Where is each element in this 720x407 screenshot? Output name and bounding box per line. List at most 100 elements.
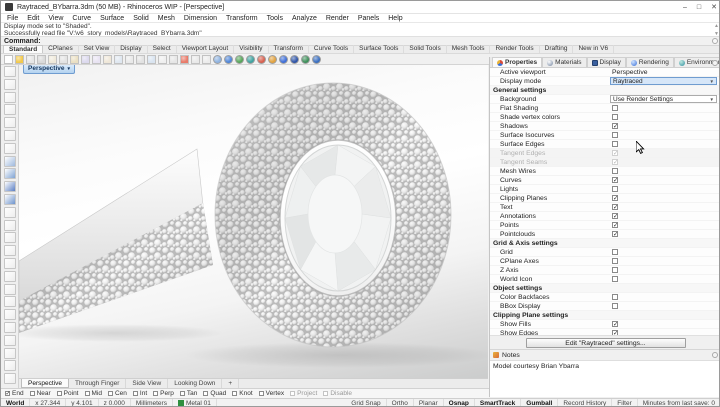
- status-pane-grid-snap[interactable]: Grid Snap: [346, 399, 386, 407]
- osnap-tan[interactable]: Tan: [180, 390, 197, 397]
- osnap-project[interactable]: Project: [290, 390, 317, 397]
- checkbox[interactable]: [612, 276, 618, 282]
- toolbar-tab-transform[interactable]: Transform: [269, 45, 309, 53]
- checkbox[interactable]: [612, 123, 618, 129]
- toolbar-tab-standard[interactable]: Standard: [3, 45, 43, 53]
- checkbox[interactable]: [108, 391, 113, 396]
- status-pane-filter[interactable]: Filter: [612, 399, 637, 407]
- mesh-tool-icon[interactable]: [4, 194, 16, 205]
- toolbar-tab-surface-tools[interactable]: Surface Tools: [354, 45, 404, 53]
- viewport-layout-icon[interactable]: [169, 55, 178, 64]
- toolbar-tab-drafting[interactable]: Drafting: [540, 45, 574, 53]
- arc-tool-icon[interactable]: [4, 117, 16, 128]
- notes-content[interactable]: Model courtesy Brian Ybarra: [490, 360, 720, 397]
- pointer-tool-icon[interactable]: [4, 66, 16, 77]
- checkbox[interactable]: [290, 391, 295, 396]
- undo-icon[interactable]: [81, 55, 90, 64]
- toolbar-tab-render-tools[interactable]: Render Tools: [490, 45, 539, 53]
- checkbox[interactable]: [612, 249, 618, 255]
- rendered-mode-icon[interactable]: [235, 55, 244, 64]
- status-pane-osnap[interactable]: Osnap: [444, 399, 475, 407]
- new-file-icon[interactable]: [4, 55, 13, 64]
- panel-tab-rendering[interactable]: Rendering: [626, 57, 674, 67]
- paste-icon[interactable]: [70, 55, 79, 64]
- dimension-tool-icon[interactable]: [4, 360, 16, 371]
- status-pane-record-history[interactable]: Record History: [558, 399, 612, 407]
- menu-item-file[interactable]: File: [7, 15, 18, 22]
- checkbox[interactable]: [612, 294, 618, 300]
- osnap-disable[interactable]: Disable: [323, 390, 352, 397]
- join-tool-icon[interactable]: [4, 207, 16, 218]
- osnap-knot[interactable]: Knot: [232, 390, 252, 397]
- world-globe-icon[interactable]: [312, 55, 321, 64]
- checkbox[interactable]: [5, 391, 10, 396]
- checkbox[interactable]: [203, 391, 208, 396]
- menu-item-mesh[interactable]: Mesh: [158, 15, 175, 22]
- checkbox[interactable]: [612, 267, 618, 273]
- checkbox[interactable]: [133, 391, 138, 396]
- checkbox[interactable]: [323, 391, 328, 396]
- viewport-page-tab-through-finger[interactable]: Through Finger: [69, 379, 126, 388]
- toolbar-tab-mesh-tools[interactable]: Mesh Tools: [447, 45, 491, 53]
- viewport-canvas[interactable]: Perspective▾: [19, 65, 488, 378]
- cut-icon[interactable]: [59, 55, 68, 64]
- checkbox[interactable]: [30, 391, 35, 396]
- checkbox[interactable]: [259, 391, 264, 396]
- checkbox[interactable]: [612, 222, 618, 228]
- checkbox[interactable]: [612, 186, 618, 192]
- checkbox[interactable]: [612, 141, 618, 147]
- polygon-tool-icon[interactable]: [4, 143, 16, 154]
- move-tool-icon[interactable]: [4, 284, 16, 295]
- viewport-page-tab-looking-down[interactable]: Looking Down: [168, 379, 222, 388]
- viewport-page-tab-+[interactable]: +: [222, 379, 239, 388]
- hide-object-icon[interactable]: [191, 55, 200, 64]
- viewport-title-tab[interactable]: Perspective▾: [23, 65, 75, 74]
- checkbox[interactable]: [612, 195, 618, 201]
- toolbar-tab-select[interactable]: Select: [148, 45, 177, 53]
- artistic-mode-icon[interactable]: [279, 55, 288, 64]
- checkbox[interactable]: [57, 391, 62, 396]
- checkbox[interactable]: [612, 258, 618, 264]
- menu-item-help[interactable]: Help: [388, 15, 402, 22]
- open-file-icon[interactable]: [15, 55, 24, 64]
- array-tool-icon[interactable]: [4, 348, 16, 359]
- status-pane-minutes-from-last-save-0[interactable]: Minutes from last save: 0: [638, 399, 720, 407]
- checkbox[interactable]: [612, 303, 618, 309]
- checkbox[interactable]: [153, 391, 158, 396]
- osnap-vertex[interactable]: Vertex: [259, 390, 284, 397]
- minimize-button[interactable]: –: [683, 1, 687, 14]
- toolbar-tab-viewport-layout[interactable]: Viewport Layout: [177, 45, 235, 53]
- toolbar-tab-display[interactable]: Display: [115, 45, 147, 53]
- mirror-tool-icon[interactable]: [4, 335, 16, 346]
- toolbar-tab-set-view[interactable]: Set View: [79, 45, 116, 53]
- checkbox[interactable]: [85, 391, 90, 396]
- osnap-end[interactable]: End: [5, 390, 24, 397]
- wireframe-mode-icon[interactable]: [213, 55, 222, 64]
- checkbox[interactable]: [612, 132, 618, 138]
- move-icon[interactable]: [158, 55, 167, 64]
- osnap-mid[interactable]: Mid: [85, 390, 102, 397]
- surface-tool-icon[interactable]: [4, 156, 16, 167]
- command-options-icon[interactable]: [712, 38, 718, 44]
- copy-tool-icon[interactable]: [4, 296, 16, 307]
- close-button[interactable]: ✕: [711, 1, 717, 14]
- earth-globe-icon[interactable]: [301, 55, 310, 64]
- sphere-tool-icon[interactable]: [4, 181, 16, 192]
- trim-tool-icon[interactable]: [4, 232, 16, 243]
- panel-menu-icon[interactable]: [712, 60, 718, 66]
- copy-icon[interactable]: [48, 55, 57, 64]
- zoom-extents-icon[interactable]: [136, 55, 145, 64]
- cplane-pane[interactable]: World: [1, 399, 30, 407]
- status-pane-planar[interactable]: Planar: [414, 399, 444, 407]
- pen-mode-icon[interactable]: [290, 55, 299, 64]
- osnap-cen[interactable]: Cen: [108, 390, 127, 397]
- menu-item-dimension[interactable]: Dimension: [184, 15, 217, 22]
- toolbar-tab-solid-tools[interactable]: Solid Tools: [404, 45, 446, 53]
- checkbox[interactable]: [612, 105, 618, 111]
- menu-item-panels[interactable]: Panels: [358, 15, 379, 22]
- undo-view-icon[interactable]: [180, 55, 189, 64]
- menu-item-analyze[interactable]: Analyze: [292, 15, 317, 22]
- menu-item-surface[interactable]: Surface: [100, 15, 124, 22]
- checkbox[interactable]: [232, 391, 237, 396]
- checkbox[interactable]: [612, 204, 618, 210]
